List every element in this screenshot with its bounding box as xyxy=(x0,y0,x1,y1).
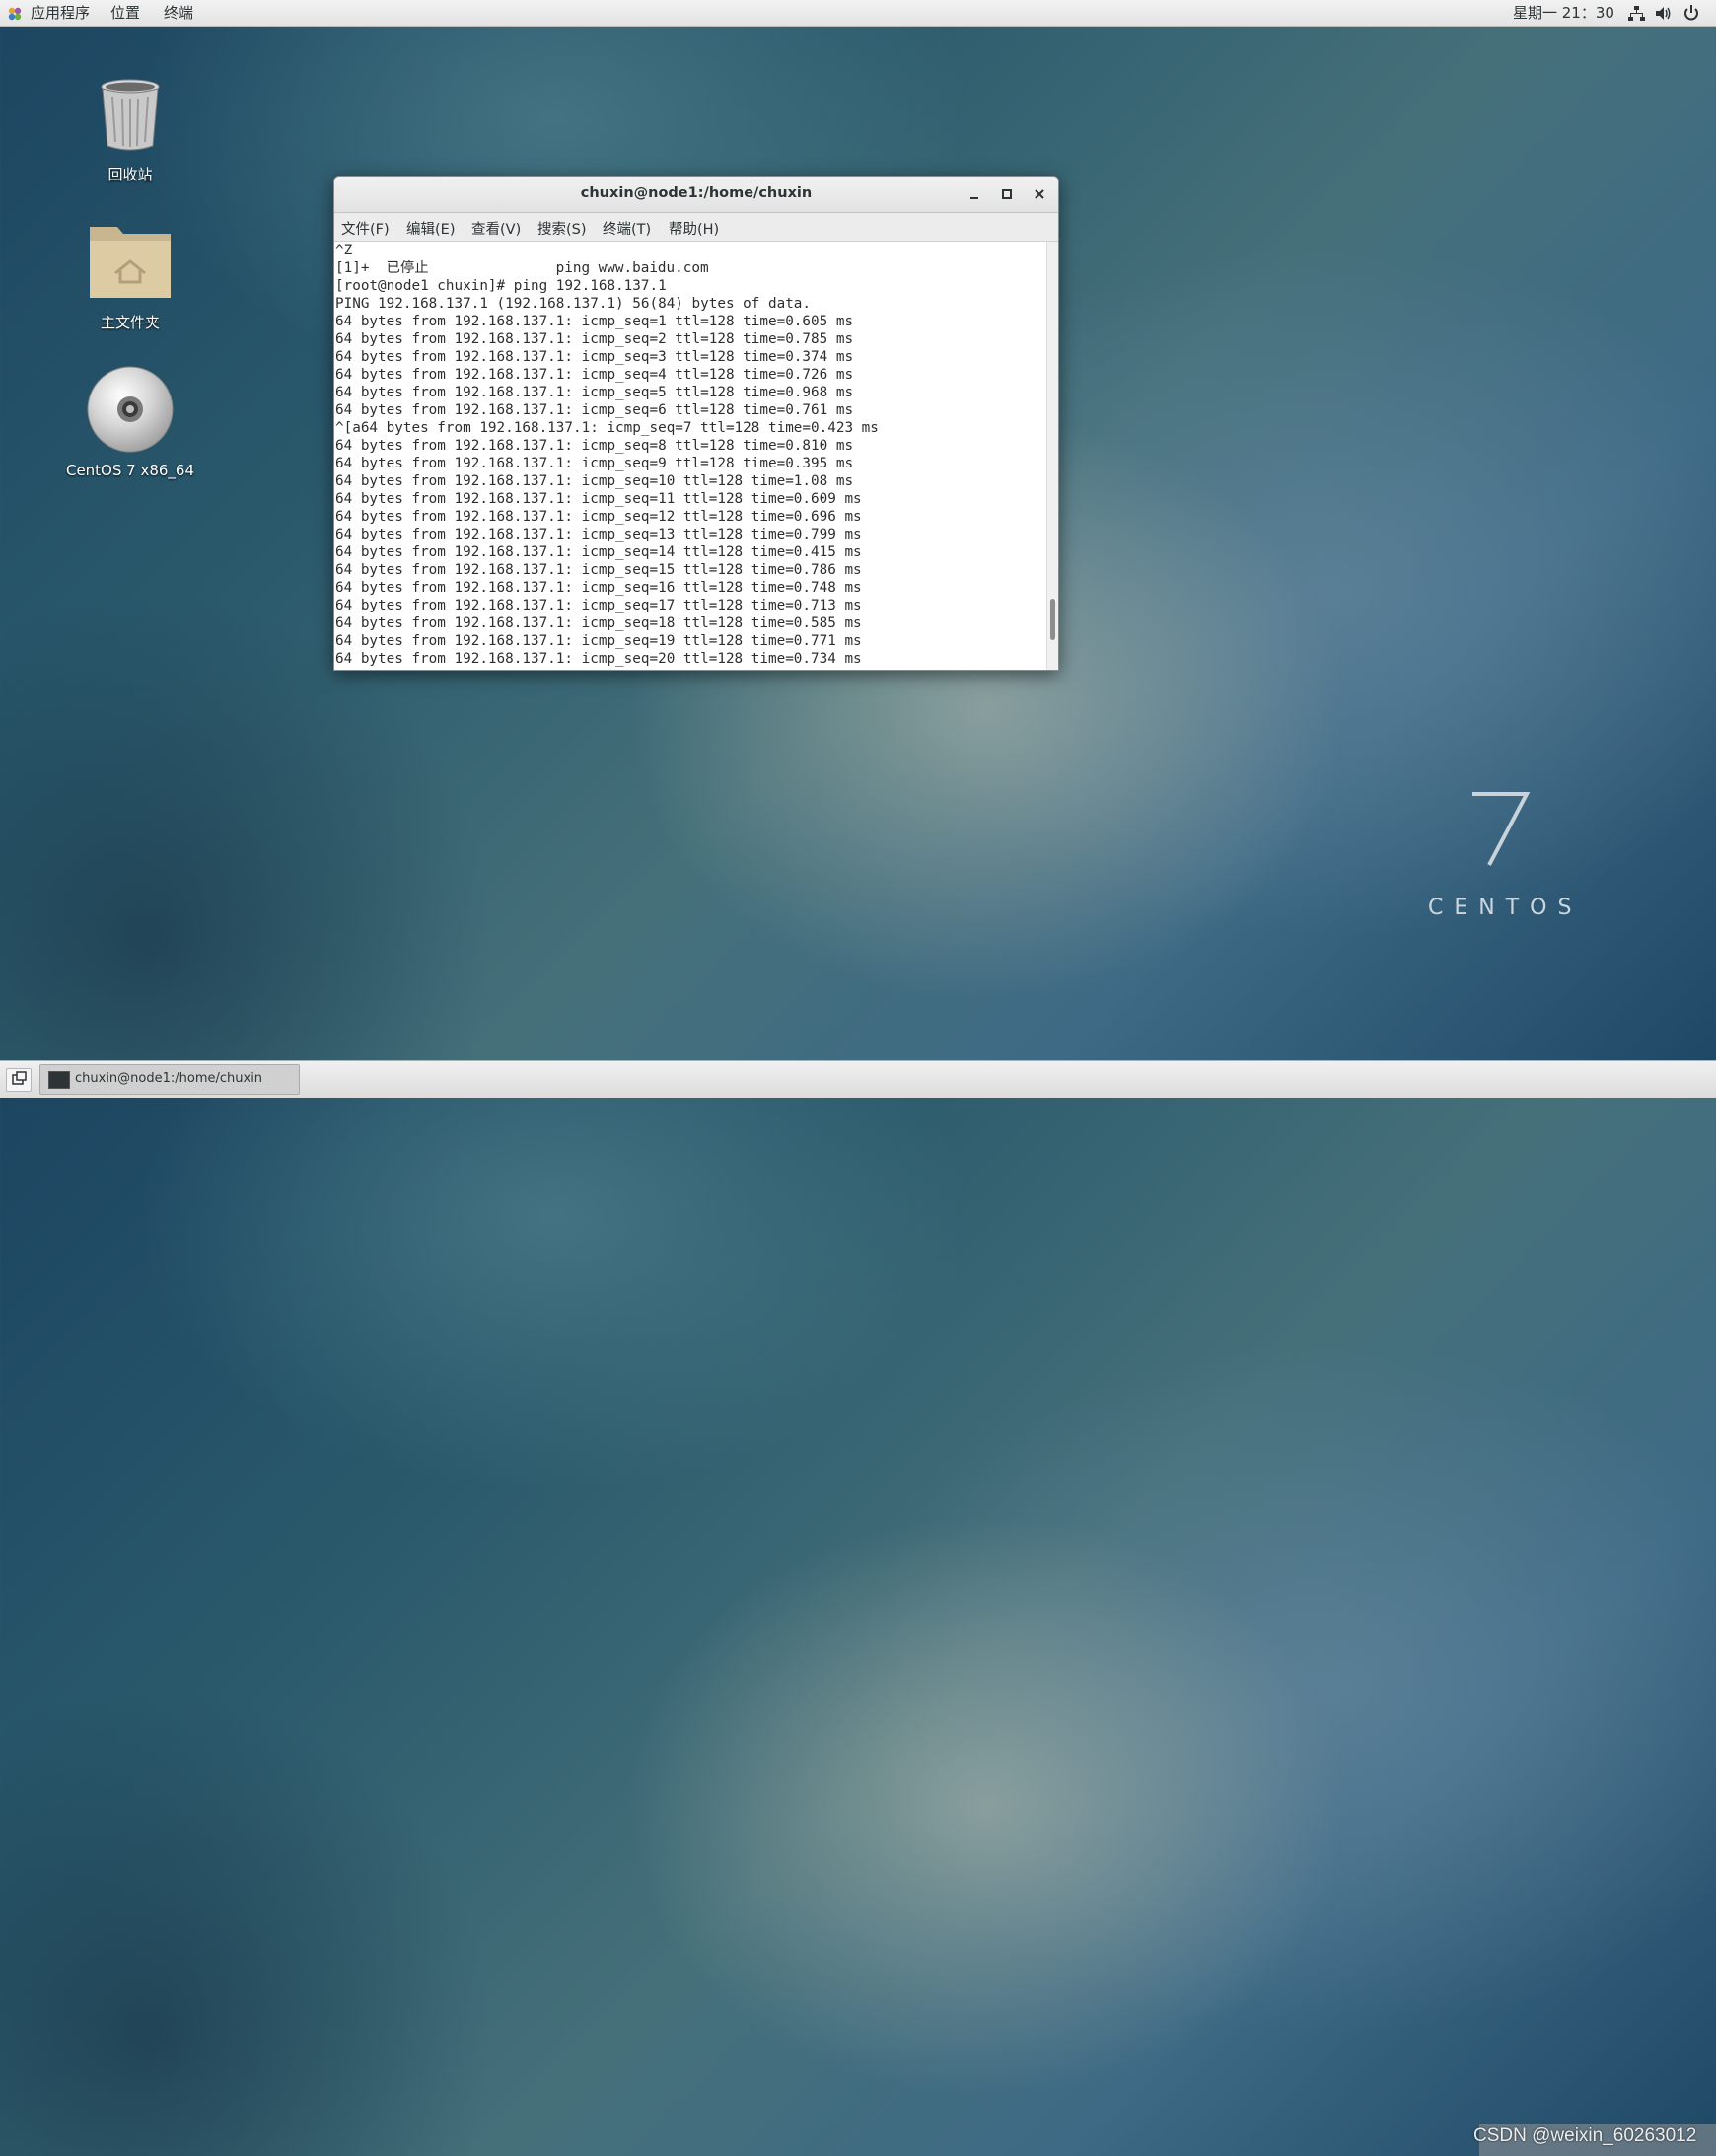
terminal-window[interactable]: chuxin@node1:/home/chuxin 文件(F) 编辑(E) 查看… xyxy=(333,176,1059,671)
taskbar-item-label: chuxin@node1:/home/chuxin xyxy=(75,1071,263,1086)
home-folder-icon xyxy=(90,227,171,298)
terminal-icon xyxy=(48,1071,70,1089)
terminal-line: 64 bytes from 192.168.137.1: icmp_seq=10… xyxy=(335,473,854,489)
volume-icon[interactable] xyxy=(1655,5,1673,22)
window-title: chuxin@node1:/home/chuxin xyxy=(580,185,813,201)
menu-view[interactable]: 查看(V) xyxy=(471,218,521,239)
terminal-line: 64 bytes from 192.168.137.1: icmp_seq=16… xyxy=(335,580,862,596)
maximize-icon[interactable] xyxy=(998,185,1016,203)
network-icon[interactable] xyxy=(1627,5,1645,22)
terminal-line: 64 bytes from 192.168.137.1: icmp_seq=8 … xyxy=(335,438,854,454)
trash-label: 回收站 xyxy=(107,166,153,183)
power-icon[interactable] xyxy=(1682,5,1700,22)
terminal-line: 64 bytes from 192.168.137.1: icmp_seq=6 … xyxy=(335,402,854,418)
apps-menu-icon[interactable] xyxy=(7,6,23,22)
terminal-line: [root@node1 chuxin]# ping 192.168.137.1 xyxy=(335,278,667,294)
top-panel: 应用程序 位置 终端 星期一 21：30 xyxy=(0,0,1716,27)
minimize-icon[interactable] xyxy=(965,185,983,203)
menu-terminal[interactable]: 终端(T) xyxy=(603,218,651,239)
terminal-line: 64 bytes from 192.168.137.1: icmp_seq=5 … xyxy=(335,385,854,400)
terminal-line: 64 bytes from 192.168.137.1: icmp_seq=15… xyxy=(335,562,862,578)
desktop-icon-trash[interactable]: 回收站 xyxy=(51,77,209,184)
terminal-line: PING 192.168.137.1 (192.168.137.1) 56(84… xyxy=(335,296,812,312)
desktop-icon-dvd[interactable]: CentOS 7 x86_64 xyxy=(51,365,209,479)
window-list-icon xyxy=(12,1071,27,1085)
home-folder-label: 主文件夹 xyxy=(100,314,160,331)
terminal-line: ^Z xyxy=(335,243,353,258)
terminal-app-menu[interactable]: 终端 xyxy=(164,0,193,27)
menu-edit[interactable]: 编辑(E) xyxy=(406,218,455,239)
terminal-scrollbar[interactable] xyxy=(1046,242,1058,670)
applications-menu[interactable]: 应用程序 xyxy=(31,0,90,27)
window-titlebar[interactable]: chuxin@node1:/home/chuxin xyxy=(334,177,1058,213)
csdn-watermark: CSDN @weixin_60263012 xyxy=(1473,2125,1697,2146)
close-icon[interactable] xyxy=(1031,185,1048,203)
terminal-line: 64 bytes from 192.168.137.1: icmp_seq=9 … xyxy=(335,456,854,471)
terminal-line: 64 bytes from 192.168.137.1: icmp_seq=20… xyxy=(335,651,862,667)
bottom-panel: chuxin@node1:/home/chuxin CSDN @weixin_6… xyxy=(0,1060,1716,2156)
terminal-line: 64 bytes from 192.168.137.1: icmp_seq=19… xyxy=(335,633,862,649)
terminal-line: 64 bytes from 192.168.137.1: icmp_seq=11… xyxy=(335,491,862,507)
trash-icon xyxy=(101,79,160,151)
dvd-disc-icon xyxy=(87,366,174,453)
menu-file[interactable]: 文件(F) xyxy=(341,218,390,239)
dvd-label: CentOS 7 x86_64 xyxy=(65,462,195,479)
terminal-line: [1]+ 已停止 ping www.baidu.com xyxy=(335,260,709,276)
terminal-line: 64 bytes from 192.168.137.1: icmp_seq=1 … xyxy=(335,314,854,329)
terminal-output[interactable]: ^Z [1]+ 已停止 ping www.baidu.com [root@node1… xyxy=(334,242,1046,670)
terminal-line: 64 bytes from 192.168.137.1: icmp_seq=13… xyxy=(335,527,862,542)
terminal-line: 64 bytes from 192.168.137.1: icmp_seq=12… xyxy=(335,509,862,525)
terminal-line: 64 bytes from 192.168.137.1: icmp_seq=17… xyxy=(335,598,862,613)
window-menubar: 文件(F) 编辑(E) 查看(V) 搜索(S) 终端(T) 帮助(H) xyxy=(334,213,1058,242)
terminal-line: 64 bytes from 192.168.137.1: icmp_seq=2 … xyxy=(335,331,854,347)
clock[interactable]: 星期一 21：30 xyxy=(1513,0,1614,26)
terminal-line: ^[a64 bytes from 192.168.137.1: icmp_seq… xyxy=(335,420,879,436)
taskbar-item-terminal[interactable]: chuxin@node1:/home/chuxin xyxy=(39,1064,300,1095)
menu-help[interactable]: 帮助(H) xyxy=(669,218,719,239)
places-menu[interactable]: 位置 xyxy=(110,0,140,27)
terminal-line: 64 bytes from 192.168.137.1: icmp_seq=4 … xyxy=(335,367,854,383)
terminal-line: 64 bytes from 192.168.137.1: icmp_seq=3 … xyxy=(335,349,854,365)
centos-seven-logo xyxy=(1472,792,1531,866)
show-desktop-button[interactable] xyxy=(6,1068,32,1092)
terminal-line: 64 bytes from 192.168.137.1: icmp_seq=14… xyxy=(335,544,862,560)
scrollbar-thumb[interactable] xyxy=(1050,599,1055,640)
desktop-icon-home-folder[interactable]: 主文件夹 xyxy=(51,219,209,332)
centos-wordmark: CENTOS xyxy=(1428,896,1583,920)
menu-search[interactable]: 搜索(S) xyxy=(537,218,587,239)
terminal-line: 64 bytes from 192.168.137.1: icmp_seq=18… xyxy=(335,615,862,631)
